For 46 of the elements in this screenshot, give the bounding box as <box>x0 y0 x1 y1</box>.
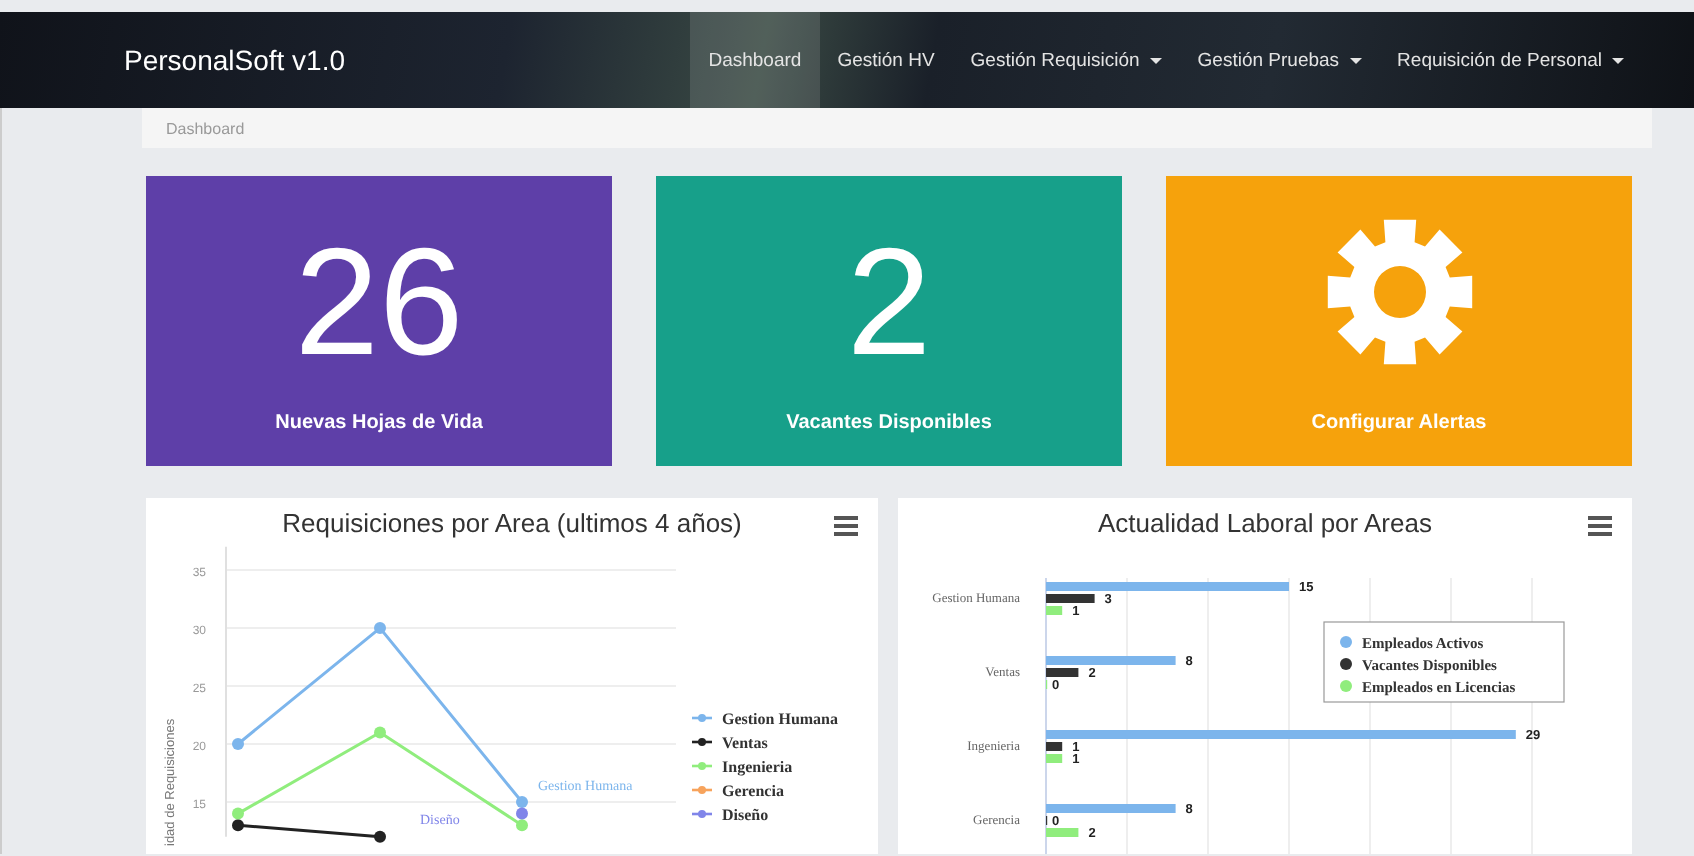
count-value: 2 <box>846 228 932 380</box>
legend-item[interactable]: Ventas <box>692 734 768 752</box>
menu-icon[interactable] <box>1588 516 1612 536</box>
point <box>374 726 386 739</box>
card-label: Vacantes Disponibles <box>786 412 992 434</box>
caret-icon <box>1349 57 1362 63</box>
chart-title: Requisiciones por Area (ultimos 4 años) <box>280 508 744 538</box>
legend-label: Gerencia <box>722 782 784 800</box>
settings-icon <box>1323 216 1475 368</box>
point <box>232 819 244 832</box>
caret-icon <box>1149 57 1162 63</box>
nav-link[interactable]: Requisición de Personal <box>1379 12 1642 108</box>
point <box>232 807 244 820</box>
legend-item[interactable]: Diseño <box>692 806 769 824</box>
legend-label: Gestion Humana <box>722 710 839 728</box>
bar <box>1046 804 1176 813</box>
menu-icon[interactable] <box>834 516 858 536</box>
legend-item[interactable]: Ingenieria <box>692 758 793 776</box>
bar <box>1046 656 1176 665</box>
nav-link[interactable]: Gestión Pruebas <box>1179 12 1380 108</box>
point <box>516 819 528 832</box>
nav-link[interactable]: Gestión HV <box>819 12 953 108</box>
legend-label: Ventas <box>722 734 768 752</box>
chart-title: Actualidad Laboral por Areas <box>1096 508 1434 538</box>
bar <box>1046 594 1095 603</box>
point <box>374 622 386 634</box>
bar <box>1046 606 1063 615</box>
count-value: 26 <box>294 228 464 380</box>
caret-icon <box>1612 57 1624 63</box>
legend-item[interactable]: Gestion Humana <box>692 710 839 728</box>
card-label: Configurar Alertas <box>1311 412 1487 434</box>
brand-title[interactable]: PersonalSoft v1.0 <box>124 44 691 76</box>
bar <box>1046 828 1079 837</box>
stat-card[interactable]: 26 Nuevas Hojas de Vida <box>146 176 612 466</box>
nav-link[interactable]: Gestión Requisición <box>952 12 1180 108</box>
bar <box>1046 742 1063 751</box>
nav-link[interactable]: Dashboard <box>690 12 820 108</box>
legend-label: Ingenieria <box>722 758 793 776</box>
point <box>516 796 528 808</box>
card-label: Nuevas Hojas de Vida <box>275 412 483 434</box>
legend-label: Diseño <box>722 806 769 824</box>
point <box>232 738 244 750</box>
bar <box>1046 754 1063 763</box>
bar <box>1046 668 1079 677</box>
point <box>374 830 386 843</box>
legend-item[interactable]: Gerencia <box>692 782 784 800</box>
